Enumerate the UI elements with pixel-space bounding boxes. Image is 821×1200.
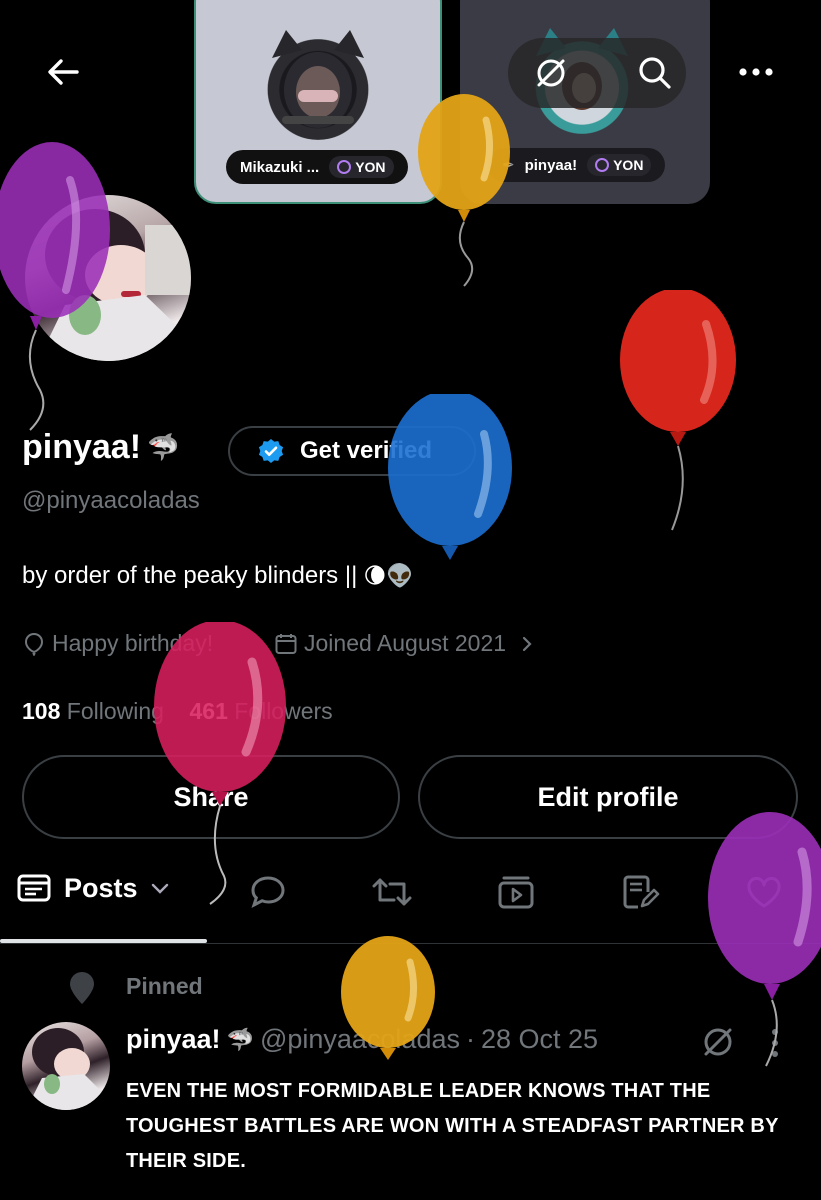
friend-name-2: pinyaa! (524, 156, 578, 174)
moon-icon (595, 158, 610, 172)
search-button[interactable] (628, 48, 682, 98)
post-text: EVEN THE MOST FORMIDABLE LEADER KNOWS TH… (126, 1080, 779, 1172)
tab-articles[interactable] (620, 872, 660, 917)
following-count: 108 (22, 698, 61, 724)
repost-icon (372, 878, 412, 906)
more-horizontal-icon (739, 68, 773, 76)
chevron-right-icon (522, 636, 532, 651)
search-icon (639, 57, 671, 89)
pin-icon (66, 970, 98, 1011)
pinned-label: Pinned (126, 973, 203, 999)
post-separator: · (465, 1024, 475, 1054)
balloon-outline-icon (24, 632, 44, 656)
balloon-blue (388, 394, 512, 560)
verified-badge-icon (258, 439, 284, 463)
moon-icon (337, 160, 352, 174)
shark-emoji: 🦈 (147, 432, 180, 462)
posts-icon (17, 874, 51, 902)
tab-reposts[interactable] (370, 874, 414, 915)
following-label: Following (66, 698, 164, 724)
article-icon (623, 875, 660, 909)
post-avatar-illustration (26, 1028, 110, 1110)
tab-posts[interactable]: Posts (16, 872, 170, 904)
hide-button[interactable] (524, 48, 578, 98)
yon-badge-label: YON (355, 159, 386, 175)
profile-handle: @pinyaacoladas (22, 487, 200, 514)
yon-badge: YON (329, 156, 394, 178)
balloon-pink (154, 622, 286, 905)
friend-avatar (262, 28, 374, 140)
balloon-yellow-top (418, 94, 510, 287)
balloon-purple-right (708, 812, 821, 1067)
post-date[interactable]: 28 Oct 25 (481, 1024, 598, 1055)
following-link[interactable]: 108 Following (22, 698, 164, 724)
joined-info[interactable]: Joined August 2021 (274, 630, 536, 657)
arrow-left-icon (48, 59, 79, 85)
edit-profile-label: Edit profile (537, 781, 679, 812)
friend-name: Mikazuki ... (240, 158, 320, 176)
yon-badge-label-2: YON (613, 157, 644, 173)
yon-badge-2: YON (587, 154, 652, 176)
post-shark-emoji: 🦈 (226, 1026, 254, 1052)
tab-posts-label: Posts (64, 872, 138, 903)
slash-circle-icon (537, 59, 565, 87)
joined-text: Joined August 2021 (304, 630, 507, 656)
balloon-red (620, 290, 736, 531)
post-author-name[interactable]: pinyaa! (126, 1024, 221, 1055)
tab-media[interactable] (496, 874, 536, 915)
friend-name-pill: Mikazuki ... YON (226, 150, 408, 184)
more-button[interactable] (728, 52, 784, 92)
balloon-purple-left (0, 142, 110, 431)
balloon-yellow-bottom (341, 936, 435, 1060)
friend-card-mikazuki[interactable]: Mikazuki ... YON (194, 0, 442, 204)
media-icon (498, 876, 534, 909)
bio-text: by order of the peaky blinders || (22, 562, 358, 589)
back-button[interactable] (30, 46, 96, 98)
post-author-avatar[interactable] (22, 1022, 110, 1110)
profile-bio: by order of the peaky blinders || 🌘👽 (22, 562, 414, 590)
